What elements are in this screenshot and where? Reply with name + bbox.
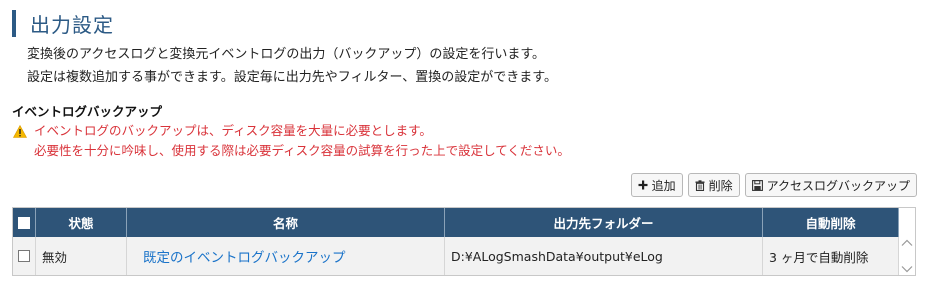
select-all-checkbox[interactable] [18,216,30,229]
row-select-cell [13,237,36,275]
title-block: 出力設定 [12,10,114,37]
header-name[interactable]: 名称 [127,208,445,237]
row-name-link[interactable]: 既定のイベントログバックアップ [143,246,346,266]
access-log-backup-label: アクセスログバックアップ [766,178,910,193]
trash-icon [695,179,705,191]
scroll-up-icon[interactable] [900,239,914,247]
row-status: 無効 [36,237,127,275]
row-folder: D:¥ALogSmashData¥output¥eLog [445,237,763,275]
access-log-backup-button[interactable]: アクセスログバックアップ [744,173,917,197]
header-status[interactable]: 状態 [36,208,127,237]
delete-button-label: 削除 [708,178,733,193]
warning-message: イベントログのバックアップは、ディスク容量を大量に必要とします。 必要性を十分に… [13,121,570,161]
header-select-all [13,208,36,237]
add-button[interactable]: 追加 [630,173,683,197]
section-heading: イベントログバックアップ [12,104,163,119]
row-checkbox[interactable] [18,250,30,262]
toolbar: 追加 削除 アクセスログバックアップ [630,173,917,197]
scroll-down-icon[interactable] [900,265,914,273]
table-header: 状態 名称 出力先フォルダー 自動削除 [13,208,915,237]
page-title: 出力設定 [30,13,114,37]
delete-button[interactable]: 削除 [687,173,740,197]
backup-table: 状態 名称 出力先フォルダー 自動削除 無効 既定のイベントログバックアップ D… [12,207,916,276]
title-accent-bar [12,10,16,37]
warning-icon [13,124,27,138]
header-auto-delete[interactable]: 自動削除 [763,208,899,237]
description-line-2: 設定は複数追加する事ができます。設定毎に出力先やフィルター、置換の設定ができます… [27,70,558,85]
row-auto-delete: 3 ヶ月で自動削除 [763,237,899,275]
header-scroll-spacer [899,208,915,237]
floppy-icon [751,179,763,191]
description-line-1: 変換後のアクセスログと変換元イベントログの出力（バックアップ）の設定を行います。 [27,47,546,62]
warning-text-2: 必要性を十分に吟味し、使用する際は必要ディスク容量の試算を行った上で設定してくだ… [34,143,570,158]
plus-icon [638,180,648,190]
warning-text-1: イベントログのバックアップは、ディスク容量を大量に必要とします。 [34,123,432,138]
header-folder[interactable]: 出力先フォルダー [445,208,763,237]
table-row[interactable]: 無効 既定のイベントログバックアップ D:¥ALogSmashData¥outp… [13,237,915,275]
vertical-scrollbar[interactable] [899,237,915,275]
row-name-cell: 既定のイベントログバックアップ [127,237,445,275]
add-button-label: 追加 [651,178,676,193]
